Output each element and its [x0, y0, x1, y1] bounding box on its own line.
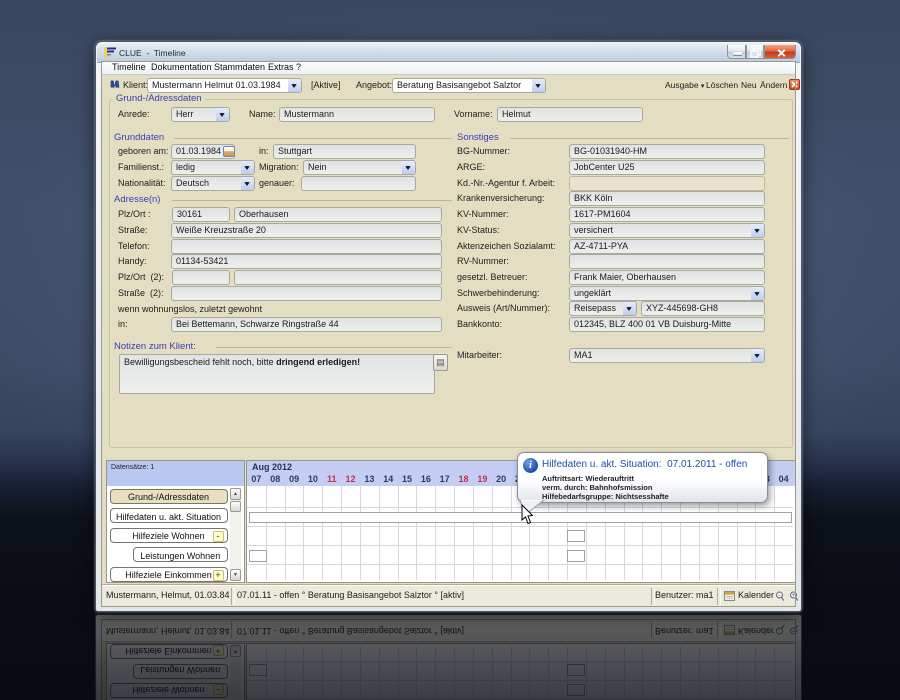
- svg-text:-: -: [779, 593, 781, 599]
- svg-text:+: +: [792, 593, 796, 599]
